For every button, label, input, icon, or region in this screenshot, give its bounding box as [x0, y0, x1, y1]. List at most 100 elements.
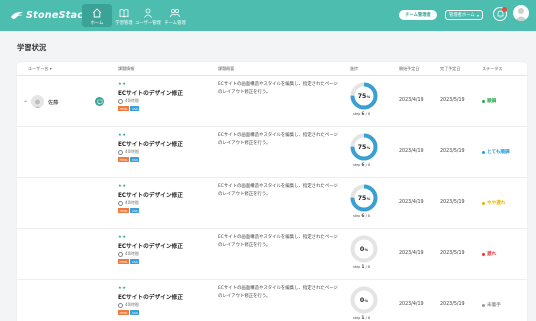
- status-dot: [482, 303, 485, 307]
- status-badge: 順調: [482, 98, 496, 104]
- end-date: 2023/5/19: [440, 149, 465, 154]
- nav-users-label: ユーザー管理: [135, 21, 161, 26]
- tag-html: HTML: [118, 310, 130, 315]
- status-badge: とても順調: [482, 149, 510, 155]
- tag-css: CSS: [130, 106, 140, 111]
- course-hours: 40時間: [118, 302, 139, 308]
- nav-home-label: ホーム: [90, 21, 104, 26]
- progress-ring: 75%: [350, 184, 378, 212]
- tag-css: CSS: [130, 259, 140, 264]
- hours-text: 40時間: [125, 98, 139, 103]
- tag-css: CSS: [130, 310, 140, 315]
- end-date: 2023/5/19: [440, 200, 465, 205]
- tag-list: HTML CSS: [118, 310, 141, 315]
- nav-home[interactable]: ホーム: [82, 4, 112, 27]
- home-select-value: 管理者ホーム: [449, 13, 475, 18]
- status-badge: 遅れ: [482, 251, 496, 257]
- tag-css: CSS: [130, 208, 140, 213]
- team-admin-button[interactable]: チーム管理者: [399, 10, 437, 20]
- course-hours: 40時間: [118, 251, 139, 257]
- course-description: ECサイトの画面構造やスタイルを編集し、指定されたページのレイアウト修正を行う。: [218, 133, 338, 146]
- clock-icon: [118, 251, 123, 257]
- progress-ring: 0%: [350, 235, 378, 263]
- nav-learning-label: 学習管理: [115, 21, 133, 26]
- course-description: ECサイトの画面構造やスタイルを編集し、指定されたページのレイアウト修正を行う。: [218, 286, 338, 299]
- user-icon: [143, 7, 153, 18]
- difficulty-stars: ★★: [118, 234, 127, 239]
- status-badge: 未着手: [482, 302, 501, 308]
- header-course-info: 課題情報: [118, 66, 135, 71]
- header-end-date: 完了予定日: [440, 66, 461, 71]
- nav-team[interactable]: チーム管理: [160, 4, 190, 27]
- chevron-down-icon: ▾: [476, 13, 479, 18]
- start-date: 2023/4/19: [399, 302, 424, 307]
- table-row[interactable]: ★★ ECサイトのデザイン修正 40時間 HTML CSS ECサイトの画面構造…: [17, 76, 527, 127]
- progress-ring: 0%: [350, 286, 378, 314]
- start-date: 2023/4/19: [399, 98, 424, 103]
- course-hours: 40時間: [118, 200, 139, 206]
- nav-team-label: チーム管理: [164, 21, 186, 26]
- nav-users[interactable]: ユーザー管理: [133, 4, 163, 27]
- step-count: step 1 / 8: [353, 265, 371, 270]
- table-header: ユーザー名 ▾ 課題情報 課題概要 進捗 開始予定日 完了予定日 ステータス: [17, 62, 527, 76]
- progress-percent: 0%: [359, 245, 369, 253]
- difficulty-stars: ★★: [118, 285, 127, 290]
- course-title[interactable]: ECサイトのデザイン修正: [118, 292, 183, 301]
- progress-percent: 0%: [359, 296, 369, 304]
- end-date: 2023/5/19: [440, 98, 465, 103]
- status-text: 遅れ: [487, 252, 497, 257]
- tag-html: HTML: [118, 259, 130, 264]
- status-badge: やや遅れ: [482, 200, 505, 206]
- course-title[interactable]: ECサイトのデザイン修正: [118, 139, 183, 148]
- page-title: 学習状況: [17, 43, 47, 52]
- header-user[interactable]: ユーザー名 ▾: [28, 66, 52, 72]
- tag-html: HTML: [118, 208, 130, 213]
- tag-html: HTML: [118, 157, 130, 162]
- status-dot: [482, 150, 485, 154]
- home-select[interactable]: 管理者ホーム ▾: [445, 10, 483, 20]
- app-header: StoneStackr ホーム 学習管理 ユーザー管理 チーム管理 チーム管理者…: [0, 0, 536, 31]
- start-date: 2023/4/19: [399, 149, 424, 154]
- header-start-date: 開始予定日: [399, 66, 420, 71]
- hours-text: 40時間: [125, 149, 139, 154]
- tag-list: HTML CSS: [118, 106, 141, 111]
- course-description: ECサイトの画面構造やスタイルを編集し、指定されたページのレイアウト修正を行う。: [218, 184, 338, 197]
- course-title[interactable]: ECサイトのデザイン修正: [118, 190, 183, 199]
- difficulty-stars: ★★: [118, 132, 127, 137]
- tag-list: HTML CSS: [118, 259, 141, 264]
- status-text: やや遅れ: [487, 201, 506, 206]
- user-avatar[interactable]: [513, 5, 529, 21]
- end-date: 2023/5/19: [440, 302, 465, 307]
- status-text: 順調: [487, 99, 497, 104]
- book-icon: [119, 7, 129, 18]
- start-date: 2023/4/19: [399, 251, 424, 256]
- course-title[interactable]: ECサイトのデザイン修正: [118, 88, 183, 97]
- table-row[interactable]: ★★ ECサイトのデザイン修正 40時間 HTML CSS ECサイトの画面構造…: [17, 178, 527, 229]
- hours-text: 40時間: [125, 200, 139, 205]
- notification-badge: [502, 7, 507, 12]
- clock-icon: [118, 200, 123, 206]
- progress-ring: 75%: [350, 133, 378, 161]
- tag-css: CSS: [130, 157, 140, 162]
- tag-list: HTML CSS: [118, 157, 141, 162]
- status-text: 未着手: [487, 303, 501, 308]
- end-date: 2023/5/19: [440, 251, 465, 256]
- progress-percent: 75%: [357, 194, 371, 202]
- hours-text: 40時間: [125, 302, 139, 307]
- table-row[interactable]: ★★ ECサイトのデザイン修正 40時間 HTML CSS ECサイトの画面構造…: [17, 127, 527, 178]
- course-description: ECサイトの画面構造やスタイルを編集し、指定されたページのレイアウト修正を行う。: [218, 235, 338, 248]
- header-status: ステータス: [482, 66, 503, 71]
- clock-icon: [118, 98, 123, 104]
- step-count: step 6 / 8: [353, 214, 371, 219]
- table-row[interactable]: ★★ ECサイトのデザイン修正 40時間 HTML CSS ECサイトの画面構造…: [17, 280, 527, 321]
- notification-button[interactable]: [493, 7, 507, 21]
- team-icon: [169, 7, 181, 18]
- status-dot: [482, 252, 485, 256]
- course-title[interactable]: ECサイトのデザイン修正: [118, 241, 183, 250]
- clock-icon: [118, 149, 123, 155]
- header-overview: 課題概要: [218, 66, 235, 71]
- table-row[interactable]: ★★ ECサイトのデザイン修正 40時間 HTML CSS ECサイトの画面構造…: [17, 229, 527, 280]
- progress-ring: 75%: [350, 82, 378, 110]
- course-description: ECサイトの画面構造やスタイルを編集し、指定されたページのレイアウト修正を行う。: [218, 82, 338, 95]
- sort-icon: ▾: [49, 66, 52, 71]
